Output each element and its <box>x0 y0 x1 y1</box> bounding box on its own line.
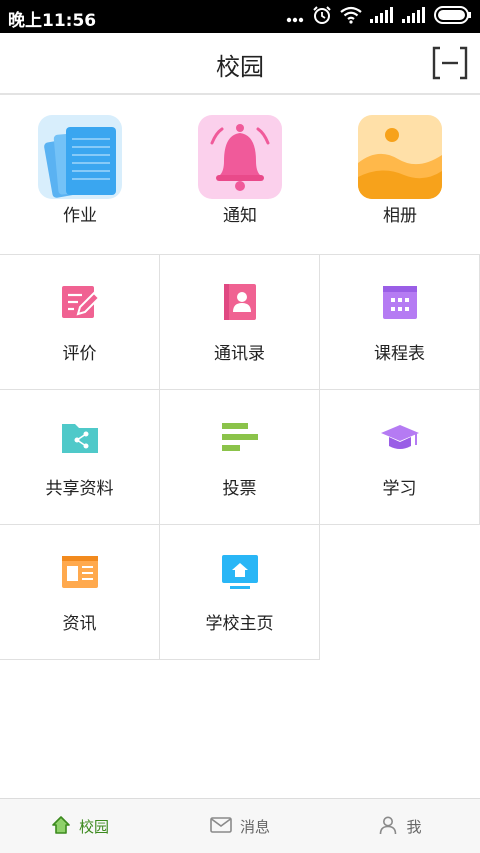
wifi-icon <box>340 6 362 28</box>
homework-notebook-icon <box>38 115 122 199</box>
grid-item-label: 资讯 <box>62 614 97 634</box>
tab-messages[interactable]: 消息 <box>160 799 320 853</box>
bell-icon <box>198 115 282 199</box>
grid-item-label: 学校主页 <box>205 614 274 634</box>
grid-item-news[interactable]: 资讯 <box>0 525 160 660</box>
scan-icon[interactable] <box>432 46 468 80</box>
tab-label: 校园 <box>78 818 109 836</box>
featured-apps: 作业 通知 相册 <box>0 95 480 255</box>
alarm-icon <box>312 5 332 29</box>
grid-item-label: 课程表 <box>374 344 425 364</box>
home-icon <box>51 815 71 839</box>
grid-item-school-homepage[interactable]: 学校主页 <box>160 525 320 660</box>
grid-item-contacts[interactable]: 通讯录 <box>160 255 320 390</box>
status-time: 晚上11:56 <box>8 11 97 31</box>
graduation-cap-icon <box>380 417 420 457</box>
shared-folder-icon <box>60 417 100 457</box>
vote-bars-icon <box>220 417 260 457</box>
school-home-icon <box>220 552 260 592</box>
signal-icon <box>402 7 426 27</box>
grid-item-shared-files[interactable]: 共享资料 <box>0 390 160 525</box>
homework-label: 作业 <box>63 206 97 226</box>
album-label: 相册 <box>383 206 417 226</box>
news-icon <box>60 552 100 592</box>
tab-me[interactable]: 我 <box>320 799 480 853</box>
contacts-icon <box>220 282 260 322</box>
grid-item-label: 通讯录 <box>214 344 265 364</box>
dots-icon <box>286 8 304 27</box>
grid-item-label: 共享资料 <box>45 479 114 499</box>
header: 校园 <box>0 33 480 95</box>
notice-label: 通知 <box>223 206 257 226</box>
tab-label: 我 <box>406 818 422 836</box>
battery-icon <box>434 6 472 28</box>
grid-item-label: 评价 <box>62 344 97 364</box>
notice-button[interactable]: 通知 <box>160 115 320 226</box>
status-icons <box>286 5 472 29</box>
page-title: 校园 <box>216 53 264 81</box>
tab-bar: 校园 消息 我 <box>0 798 480 853</box>
person-icon <box>378 815 398 839</box>
grid-item-label: 投票 <box>222 479 257 499</box>
tab-campus[interactable]: 校园 <box>0 799 160 853</box>
grid-item-study[interactable]: 学习 <box>320 390 480 525</box>
signal-icon <box>370 7 394 27</box>
photo-album-icon <box>358 115 442 199</box>
album-button[interactable]: 相册 <box>320 115 480 226</box>
evaluation-edit-icon <box>60 282 101 322</box>
grid-item-vote[interactable]: 投票 <box>160 390 320 525</box>
mail-icon <box>210 816 232 838</box>
grid-item-evaluation[interactable]: 评价 <box>0 255 160 390</box>
tab-label: 消息 <box>239 818 270 836</box>
grid-item-label: 学习 <box>382 479 417 499</box>
status-bar: 晚上11:56 <box>0 0 480 33</box>
homework-button[interactable]: 作业 <box>0 115 160 226</box>
calendar-icon <box>380 282 420 322</box>
grid-item-timetable[interactable]: 课程表 <box>320 255 480 390</box>
